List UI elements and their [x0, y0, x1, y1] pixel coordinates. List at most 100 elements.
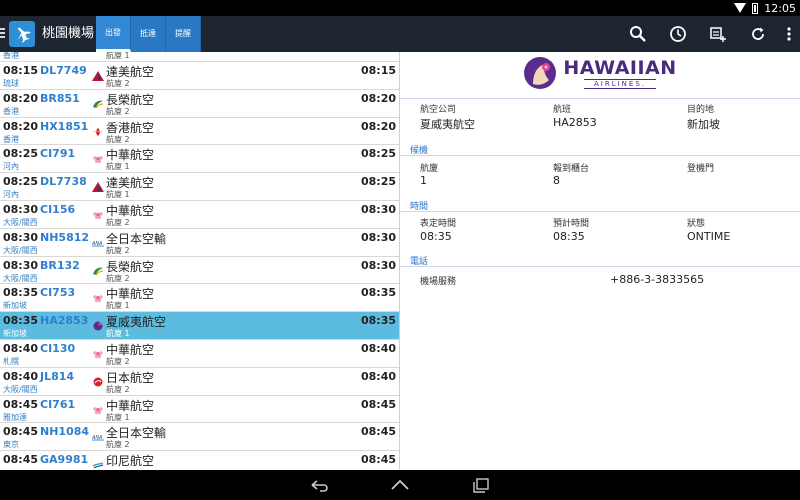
terminal-label: 航廈 1 [106, 52, 130, 60]
jal-logo-icon [92, 372, 104, 387]
estimated-time: 08:20 [360, 119, 396, 133]
chinaairlines-logo-icon [92, 344, 104, 359]
garuda-logo-icon [92, 455, 104, 469]
tab-reminders[interactable]: 提醒 [166, 16, 201, 52]
refresh-icon[interactable] [738, 16, 778, 52]
status-value: ONTIME [687, 230, 731, 243]
schedule-add-icon[interactable] [698, 16, 738, 52]
flight-number: CI791 [40, 147, 76, 161]
estimated-time: 08:30 [360, 202, 396, 216]
flight-row[interactable]: 08:15 DL7749 達美航空 08:15 琉球 航廈 2 [0, 62, 399, 90]
chinaairlines-logo-icon [92, 288, 104, 303]
airline-banner: HAWAIIAN AIRLINES. [400, 52, 800, 94]
airplane-icon[interactable] [9, 21, 35, 47]
tab-arrivals[interactable]: 抵達 [131, 16, 166, 52]
estimated-time: 08:40 [360, 341, 396, 355]
flight-number: NH1084 [40, 425, 90, 439]
flight-row[interactable]: 08:20 HX1851 香港航空 08:20 香港 航廈 2 [0, 117, 399, 146]
gate-label: 登機門 [687, 164, 715, 174]
ana-logo-icon: ANA [91, 233, 104, 247]
flight-value: HA2853 [553, 116, 597, 129]
estimated-time: 08:40 [360, 369, 396, 383]
flight-label: 航班 [553, 105, 572, 115]
wifi-icon [734, 3, 747, 13]
phone-number[interactable]: +886-3-3833565 [610, 273, 704, 286]
flight-row[interactable]: 08:25 CI791 中華航空 08:25 河內 航廈 1 [0, 145, 399, 174]
list-item-partial[interactable]: 香港 航廈 1 [0, 52, 399, 62]
back-icon[interactable] [308, 476, 330, 494]
flight-list[interactable]: 香港 航廈 1 08:15 DL7749 達美航空 08:15 琉球 航廈 2 08:20 B… [0, 52, 399, 470]
terminal-label: 航廈 1 [106, 301, 130, 311]
flight-row[interactable]: 08:45 CI761 中華航空 08:45 雅加達 航廈 1 [0, 395, 399, 424]
airline-label: 航空公司 [420, 105, 457, 115]
estimated-time: 08:45 [360, 425, 396, 439]
search-icon[interactable] [618, 16, 658, 52]
destination-city: 香港 [3, 134, 19, 144]
clock-icon[interactable] [658, 16, 698, 52]
terminal-label: 航廈 2 [106, 106, 130, 116]
status-time: 12:05 [764, 1, 796, 15]
status-bar: 12:05 [0, 0, 800, 16]
scheduled-time: 08:40 [3, 369, 39, 383]
chinaairlines-logo-icon [92, 400, 104, 414]
destination-city: 大阪/關西 [3, 384, 38, 394]
flight-number: NH5812 [40, 230, 90, 244]
flight-row[interactable]: 08:25 DL7738 達美航空 08:25 河內 航廈 1 [0, 173, 399, 201]
flight-number: CI753 [40, 286, 76, 300]
scheduled-time: 08:35 [3, 314, 39, 328]
section-divider [400, 155, 800, 156]
hawaiian-logo-icon [524, 57, 557, 89]
terminal-label: 航廈 2 [106, 79, 130, 88]
drawer-indicator-icon[interactable] [0, 26, 6, 42]
flight-number: HA2853 [40, 314, 89, 328]
flight-row[interactable]: 08:45 NH1084 ANA 全日本空輸 08:45 東京 航廈 2 [0, 423, 399, 452]
status-label: 狀態 [687, 219, 706, 229]
estimated-time: 08:15 [360, 64, 396, 77]
flight-number: JL814 [40, 369, 75, 383]
app-title: 桃園機場 [42, 26, 95, 41]
battery-icon [752, 2, 759, 14]
flight-row[interactable]: 08:40 JL814 日本航空 08:40 大阪/關西 航廈 2 [0, 367, 399, 396]
flight-row[interactable]: 08:40 CI130 中華航空 08:40 札幌 航廈 2 [0, 339, 399, 368]
tab-departures[interactable]: 出發 [96, 16, 131, 52]
scheduled-time: 08:30 [3, 230, 39, 244]
flight-row[interactable]: 08:35 HA2853 夏威夷航空 08:35 新加坡 航廈 1 [0, 312, 399, 340]
terminal-label: 航廈 2 [106, 356, 130, 366]
terminal-label: 航廈 2 [106, 217, 130, 227]
destination-city: 新加坡 [3, 301, 27, 311]
estimated-time: 08:30 [360, 230, 396, 244]
scheduled-time: 08:25 [3, 175, 39, 189]
flight-row[interactable]: 08:20 BR851 長榮航空 08:20 香港 航廈 2 [0, 89, 399, 118]
flight-row[interactable]: 08:35 CI753 中華航空 08:35 新加坡 航廈 1 [0, 284, 399, 313]
estimated-time: 08:20 [360, 91, 396, 105]
tab-bar: 出發 抵達 提醒 [96, 16, 201, 52]
estimated-time: 08:35 [360, 286, 396, 300]
hawaiian-logo-icon [92, 316, 104, 331]
scheduled-time-label: 表定時間 [420, 219, 457, 229]
section-divider [400, 211, 800, 212]
flight-number: CI156 [40, 202, 76, 216]
terminal-label: 航廈 [420, 164, 439, 174]
checkin-counter-value: 8 [553, 174, 560, 187]
hkairlines-logo-icon [92, 122, 104, 136]
scheduled-time-value: 08:35 [420, 230, 452, 243]
flight-row[interactable]: 08:30 NH5812 ANA 全日本空輸 08:30 大阪/關西 航廈 2 [0, 228, 399, 257]
overflow-menu-icon[interactable] [778, 16, 800, 52]
section-divider [400, 98, 800, 99]
destination-city: 大阪/關西 [3, 217, 38, 227]
destination-city: 雅加達 [3, 412, 27, 422]
flight-row[interactable]: 08:30 BR132 長榮航空 08:30 大阪/關西 航廈 2 [0, 256, 399, 285]
terminal-label: 航廈 2 [106, 245, 130, 255]
terminal-label: 航廈 2 [106, 440, 130, 450]
flight-row[interactable]: 08:45 GA9981 印尼航空 08:45 [0, 451, 399, 470]
delta-logo-icon [92, 66, 104, 81]
destination-city: 香港 [3, 106, 19, 116]
recent-apps-icon[interactable] [470, 476, 492, 494]
scheduled-time: 08:30 [3, 202, 39, 216]
home-icon[interactable] [389, 476, 411, 494]
flight-number: BR132 [40, 258, 80, 272]
destination-city: 大阪/關西 [3, 273, 38, 283]
flight-number: HX1851 [40, 119, 89, 133]
flight-row[interactable]: 08:30 CI156 中華航空 08:30 大阪/關西 航廈 2 [0, 200, 399, 229]
flight-number: BR851 [40, 91, 80, 105]
